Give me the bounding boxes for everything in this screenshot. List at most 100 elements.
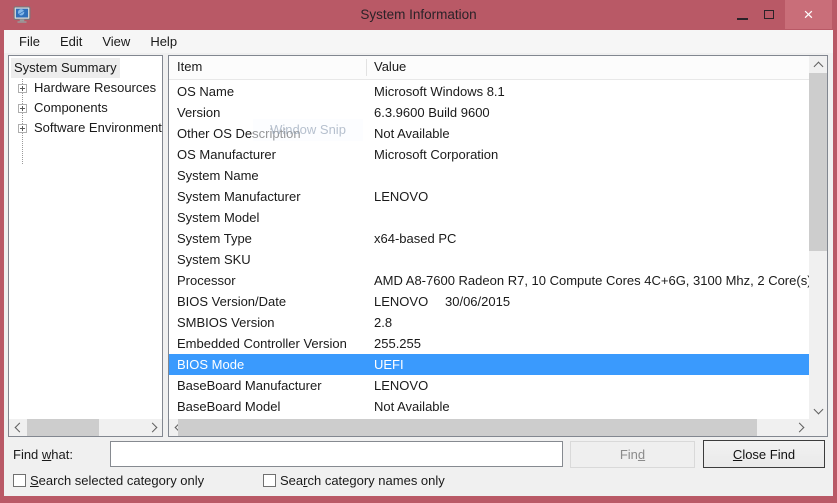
value-cell: 2.8 [374, 312, 392, 333]
minimize-icon [737, 18, 748, 20]
table-row[interactable]: System SKU [169, 249, 809, 270]
tree-horizontal-scrollbar[interactable] [9, 419, 162, 436]
expand-plus-icon[interactable] [18, 84, 27, 93]
chevron-right-icon [794, 423, 804, 433]
menu-bar: File Edit View Help [4, 30, 833, 53]
value-cell: Not Available [374, 123, 450, 144]
tree-item-label: Hardware Resources [31, 78, 159, 98]
scroll-right-button[interactable] [145, 419, 162, 436]
item-cell: Processor [177, 270, 236, 291]
chevron-up-icon [813, 61, 823, 71]
item-cell: OS Name [177, 81, 234, 102]
tree-item[interactable]: Components [9, 98, 162, 118]
menu-edit[interactable]: Edit [50, 31, 92, 52]
item-cell: BaseBoard Model [177, 396, 280, 417]
checkbox-label: Search category names only [280, 473, 445, 488]
tree-item[interactable]: Hardware Resources [9, 78, 162, 98]
scroll-down-button[interactable] [809, 402, 827, 419]
search-selected-category-checkbox[interactable]: Search selected category only [13, 473, 204, 488]
table-row[interactable]: System Name [169, 165, 809, 186]
item-cell: System Manufacturer [177, 186, 301, 207]
scrollbar-thumb[interactable] [178, 419, 757, 436]
table-row[interactable]: BIOS Version/Date LENOVO 30/06/2015 [169, 291, 809, 312]
scroll-right-button[interactable] [792, 419, 809, 436]
maximize-icon [764, 10, 774, 19]
value-cell: 255.255 [374, 333, 421, 354]
column-separator[interactable] [366, 59, 367, 76]
value-cell: LENOVO [374, 291, 428, 312]
tree-item[interactable]: System Summary [9, 58, 162, 78]
window-title: System Information [0, 0, 837, 30]
minimize-button[interactable] [729, 0, 755, 29]
close-icon: × [804, 5, 814, 25]
table-vertical-scrollbar[interactable] [809, 56, 827, 419]
tree-view: System SummaryHardware ResourcesComponen… [9, 56, 162, 416]
menu-help[interactable]: Help [140, 31, 187, 52]
menu-view[interactable]: View [92, 31, 140, 52]
table-row[interactable]: SMBIOS Version 2.8 [169, 312, 809, 333]
table-row[interactable]: Processor AMD A8-7600 Radeon R7, 10 Compu… [169, 270, 809, 291]
chevron-left-icon [14, 423, 24, 433]
value-cell: 6.3.9600 Build 9600 [374, 102, 490, 123]
system-information-window: System Information × File Edit View Help… [0, 0, 837, 503]
value-cell: x64-based PC [374, 228, 456, 249]
close-button[interactable]: × [785, 0, 832, 29]
item-cell: System SKU [177, 249, 251, 270]
value-cell: LENOVO [374, 186, 428, 207]
value-cell: UEFI [374, 354, 404, 375]
tree-item-label: Components [31, 98, 111, 118]
table-row[interactable]: BaseBoard Model Not Available [169, 396, 809, 417]
tree-item-label: Software Environment [31, 118, 162, 138]
item-cell: System Type [177, 228, 252, 249]
value-cell: Not Available [374, 396, 450, 417]
column-header-value[interactable]: Value [374, 59, 406, 74]
column-header-item[interactable]: Item [177, 59, 202, 74]
details-table-pane: Item Value OS Name Microsoft Windows 8.1 V… [168, 55, 828, 437]
expand-plus-icon[interactable] [18, 124, 27, 133]
table-header: Item Value [169, 56, 809, 80]
find-what-label: Find what: [13, 447, 73, 462]
scrollbar-thumb[interactable] [809, 73, 827, 251]
item-cell: System Name [177, 165, 259, 186]
chevron-down-icon [813, 404, 823, 414]
item-cell: BIOS Mode [177, 354, 244, 375]
table-row[interactable]: Embedded Controller Version255.255 [169, 333, 809, 354]
checkbox-icon[interactable] [263, 474, 276, 487]
maximize-button[interactable] [756, 0, 782, 29]
table-row[interactable]: BaseBoard Manufacturer LENOVO [169, 375, 809, 396]
expand-plus-icon[interactable] [18, 104, 27, 113]
table-horizontal-scrollbar[interactable] [169, 419, 809, 436]
checkbox-label: Search selected category only [30, 473, 204, 488]
table-row[interactable]: System Model [169, 207, 809, 228]
find-input[interactable] [110, 441, 563, 467]
table-row[interactable]: System Manufacturer LENOVO [169, 186, 809, 207]
item-cell: OS Manufacturer [177, 144, 276, 165]
checkbox-icon[interactable] [13, 474, 26, 487]
item-cell: BIOS Version/Date [177, 291, 286, 312]
value-cell: AMD A8-7600 Radeon R7, 10 Compute Cores … [374, 270, 809, 291]
table-row[interactable]: OS Manufacturer Microsoft Corporation [169, 144, 809, 165]
item-cell: BaseBoard Manufacturer [177, 375, 322, 396]
scrollbar-thumb[interactable] [27, 419, 99, 436]
scroll-up-button[interactable] [809, 56, 827, 73]
search-category-names-checkbox[interactable]: Search category names only [263, 473, 445, 488]
item-cell: Version [177, 102, 220, 123]
menu-file[interactable]: File [9, 31, 50, 52]
value-cell: Microsoft Windows 8.1 [374, 81, 505, 102]
item-cell: System Model [177, 207, 259, 228]
close-find-button[interactable]: Close Find [703, 440, 825, 468]
scroll-left-button[interactable] [9, 419, 26, 436]
value-cell: Microsoft Corporation [374, 144, 498, 165]
category-tree-pane: System SummaryHardware ResourcesComponen… [8, 55, 163, 437]
table-row[interactable]: BIOS Mode UEFI [169, 354, 809, 375]
window-snip-ghost-overlay: Window Snip [253, 119, 363, 141]
tree-item[interactable]: Software Environment [9, 118, 162, 138]
value-cell-secondary: 30/06/2015 [445, 291, 510, 312]
titlebar[interactable]: System Information × [0, 0, 837, 30]
table-row[interactable]: OS Name Microsoft Windows 8.1 [169, 81, 809, 102]
find-button[interactable]: Find [570, 441, 695, 468]
item-cell: SMBIOS Version [177, 312, 275, 333]
chevron-right-icon [147, 423, 157, 433]
table-row[interactable]: System Type x64-based PC [169, 228, 809, 249]
value-cell: LENOVO [374, 375, 428, 396]
